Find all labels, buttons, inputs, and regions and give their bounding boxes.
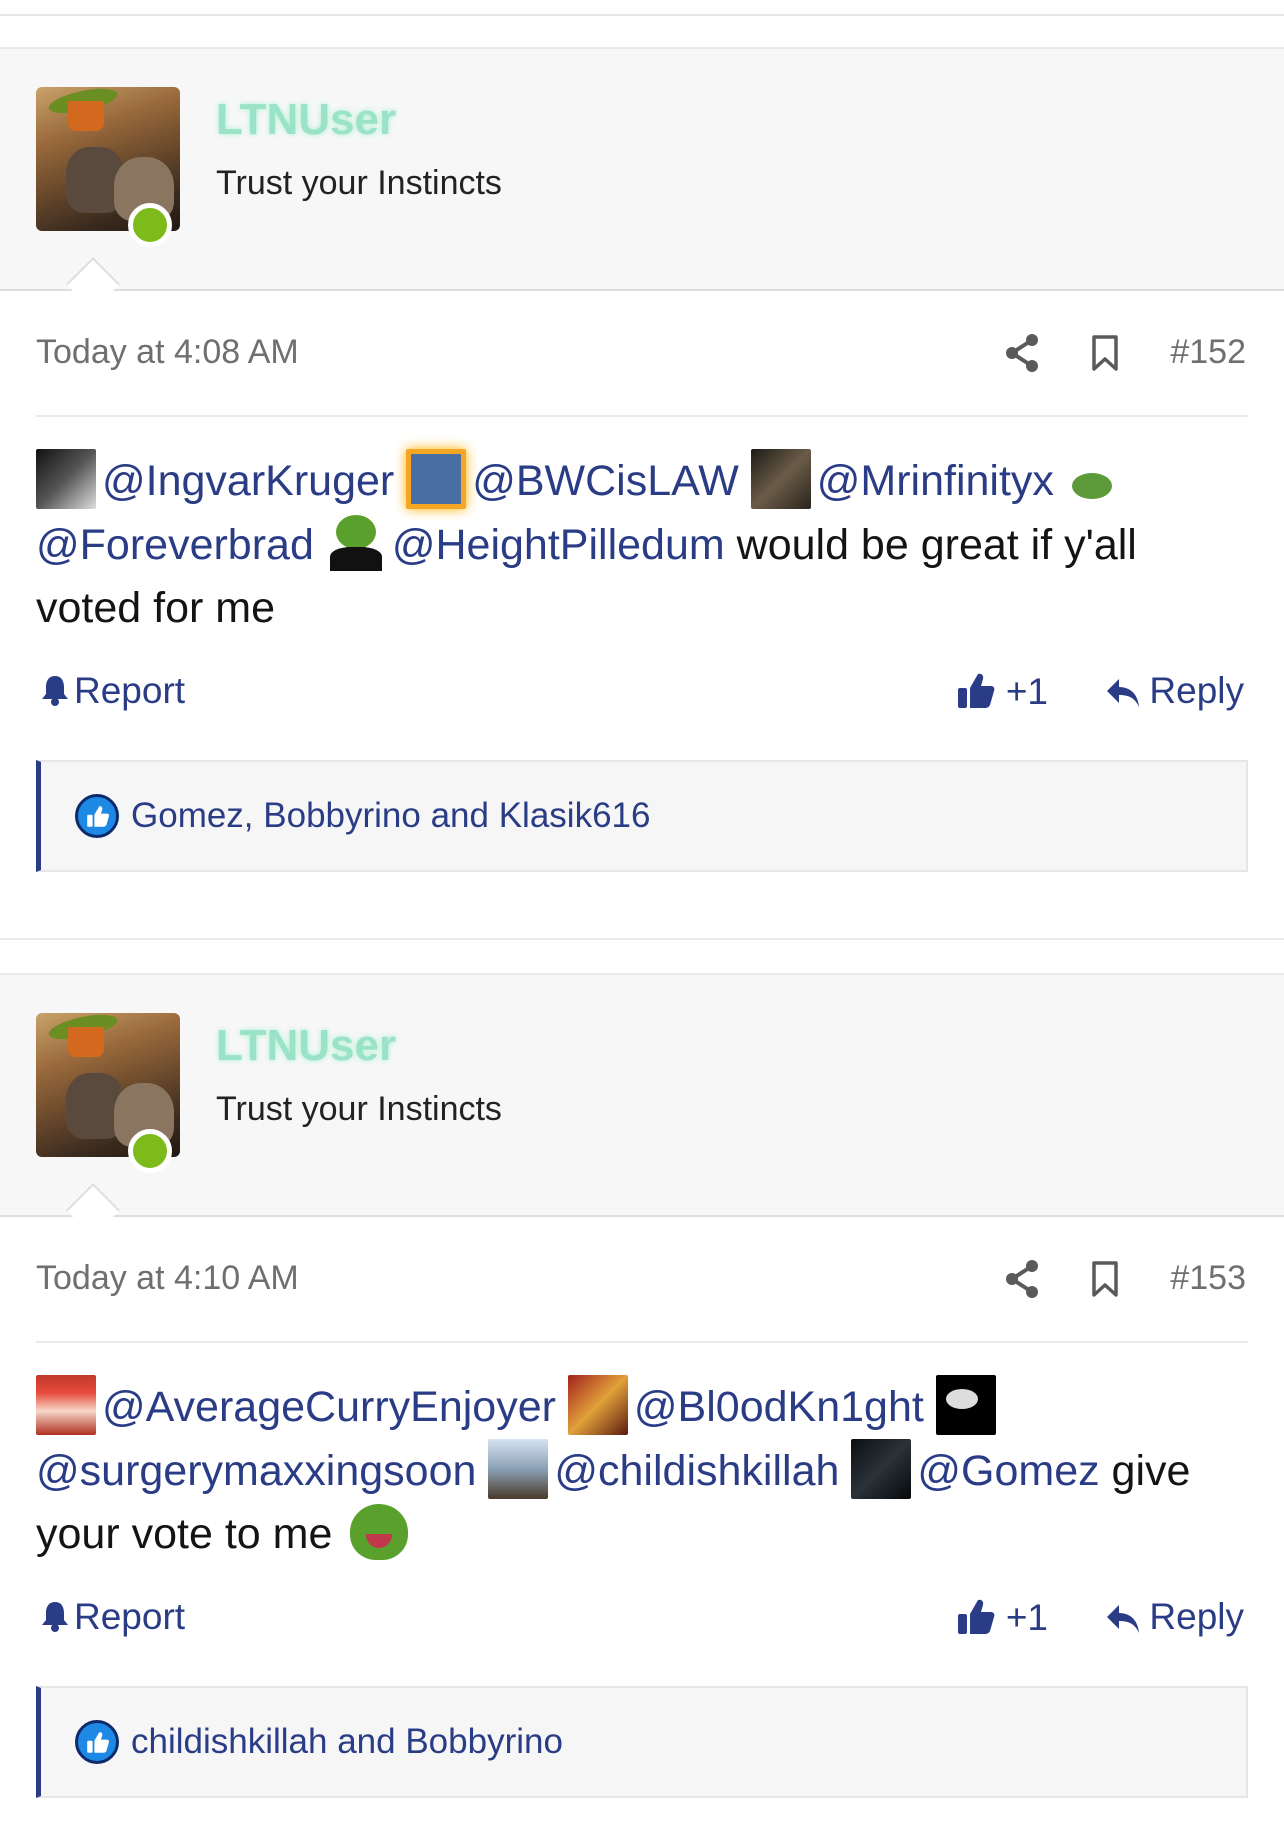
mention-link[interactable]: @Foreverbrad xyxy=(36,521,314,569)
share-icon[interactable] xyxy=(1004,333,1040,373)
online-indicator xyxy=(128,1129,172,1173)
report-button[interactable]: Report xyxy=(40,670,185,712)
mention-link[interactable]: @HeightPilledum xyxy=(392,521,725,569)
post: LTNUser Trust your Instincts Today at 4:… xyxy=(0,973,1284,1798)
pepe-emoji-icon xyxy=(350,1504,409,1560)
mention-link[interactable]: @IngvarKruger xyxy=(102,457,394,505)
mention-link[interactable]: @BWCisLAW xyxy=(472,457,739,505)
reactions-text[interactable]: childishkillah and Bobbyrino xyxy=(131,1722,563,1762)
post-meta: Today at 4:08 AM #152 xyxy=(36,291,1248,417)
post-message: @IngvarKruger @BWCisLAW @Mrinfinityx @Fo… xyxy=(36,417,1248,640)
mention-link[interactable]: @Bl0odKn1ght xyxy=(634,1383,924,1431)
avatar[interactable] xyxy=(36,1013,180,1173)
bell-icon xyxy=(42,676,68,706)
user-title: Trust your Instincts xyxy=(216,1090,502,1128)
mention-link[interactable]: @Mrinfinityx xyxy=(817,457,1054,505)
report-label: Report xyxy=(74,1596,186,1637)
bookmark-icon[interactable] xyxy=(1092,335,1118,371)
post-date[interactable]: Today at 4:10 AM xyxy=(36,1259,299,1298)
mention-avatar xyxy=(1065,449,1126,509)
reactions-bar[interactable]: Gomez, Bobbyrino and Klasik616 xyxy=(36,760,1248,872)
report-button[interactable]: Report xyxy=(40,1596,185,1638)
thumbs-up-icon xyxy=(957,673,995,708)
share-icon[interactable] xyxy=(1004,1259,1040,1299)
mention-avatar xyxy=(406,449,467,509)
reactions-bar[interactable]: childishkillah and Bobbyrino xyxy=(36,1686,1248,1798)
mention-avatar xyxy=(567,1375,628,1435)
reply-button[interactable]: Reply xyxy=(1105,670,1244,712)
like-label: +1 xyxy=(1005,1597,1048,1638)
post-meta: Today at 4:10 AM #153 xyxy=(36,1217,1248,1343)
mention-avatar xyxy=(325,513,386,573)
post-actions: Report +1 Reply xyxy=(36,1566,1248,1666)
reply-icon xyxy=(1107,679,1140,707)
reply-label: Reply xyxy=(1149,1596,1244,1637)
mention-link[interactable]: @childishkillah xyxy=(554,1447,839,1495)
like-button[interactable]: +1 xyxy=(956,1596,1048,1639)
post-message: @AverageCurryEnjoyer @Bl0odKn1ght @surge… xyxy=(36,1343,1248,1566)
reactions-text[interactable]: Gomez, Bobbyrino and Klasik616 xyxy=(131,796,650,836)
post-separator xyxy=(0,938,1284,940)
report-label: Report xyxy=(74,670,186,711)
user-title: Trust your Instincts xyxy=(216,164,502,202)
mention-avatar xyxy=(36,1375,96,1435)
mention-avatar xyxy=(750,449,811,509)
like-reaction-icon xyxy=(75,794,119,838)
online-indicator xyxy=(128,203,172,247)
mention-avatar xyxy=(935,1375,996,1435)
top-divider xyxy=(0,14,1284,16)
like-label: +1 xyxy=(1005,671,1048,712)
mention-avatar xyxy=(851,1439,912,1499)
like-reaction-icon xyxy=(75,1720,119,1764)
thumbs-up-icon xyxy=(957,1599,995,1634)
bell-icon xyxy=(42,1602,68,1632)
mention-avatar xyxy=(36,449,96,509)
bookmark-icon[interactable] xyxy=(1092,1261,1118,1297)
reply-icon xyxy=(1107,1605,1140,1633)
post-date[interactable]: Today at 4:08 AM xyxy=(36,333,299,372)
reply-label: Reply xyxy=(1149,670,1244,711)
username[interactable]: LTNUser xyxy=(216,1021,396,1071)
post: LTNUser Trust your Instincts Today at 4:… xyxy=(0,47,1284,872)
mention-link[interactable]: @Gomez xyxy=(917,1447,1099,1495)
post-user-header: LTNUser Trust your Instincts xyxy=(0,47,1284,311)
reply-button[interactable]: Reply xyxy=(1105,1596,1244,1638)
post-user-header: LTNUser Trust your Instincts xyxy=(0,973,1284,1237)
mention-link[interactable]: @AverageCurryEnjoyer xyxy=(102,1383,556,1431)
avatar[interactable] xyxy=(36,87,180,247)
like-button[interactable]: +1 xyxy=(956,670,1048,713)
post-number[interactable]: #153 xyxy=(1170,1259,1246,1298)
mention-avatar xyxy=(488,1439,549,1499)
post-number[interactable]: #152 xyxy=(1170,333,1246,372)
post-actions: Report +1 Reply xyxy=(36,640,1248,740)
username[interactable]: LTNUser xyxy=(216,95,396,145)
mention-link[interactable]: @surgerymaxxingsoon xyxy=(36,1447,476,1495)
